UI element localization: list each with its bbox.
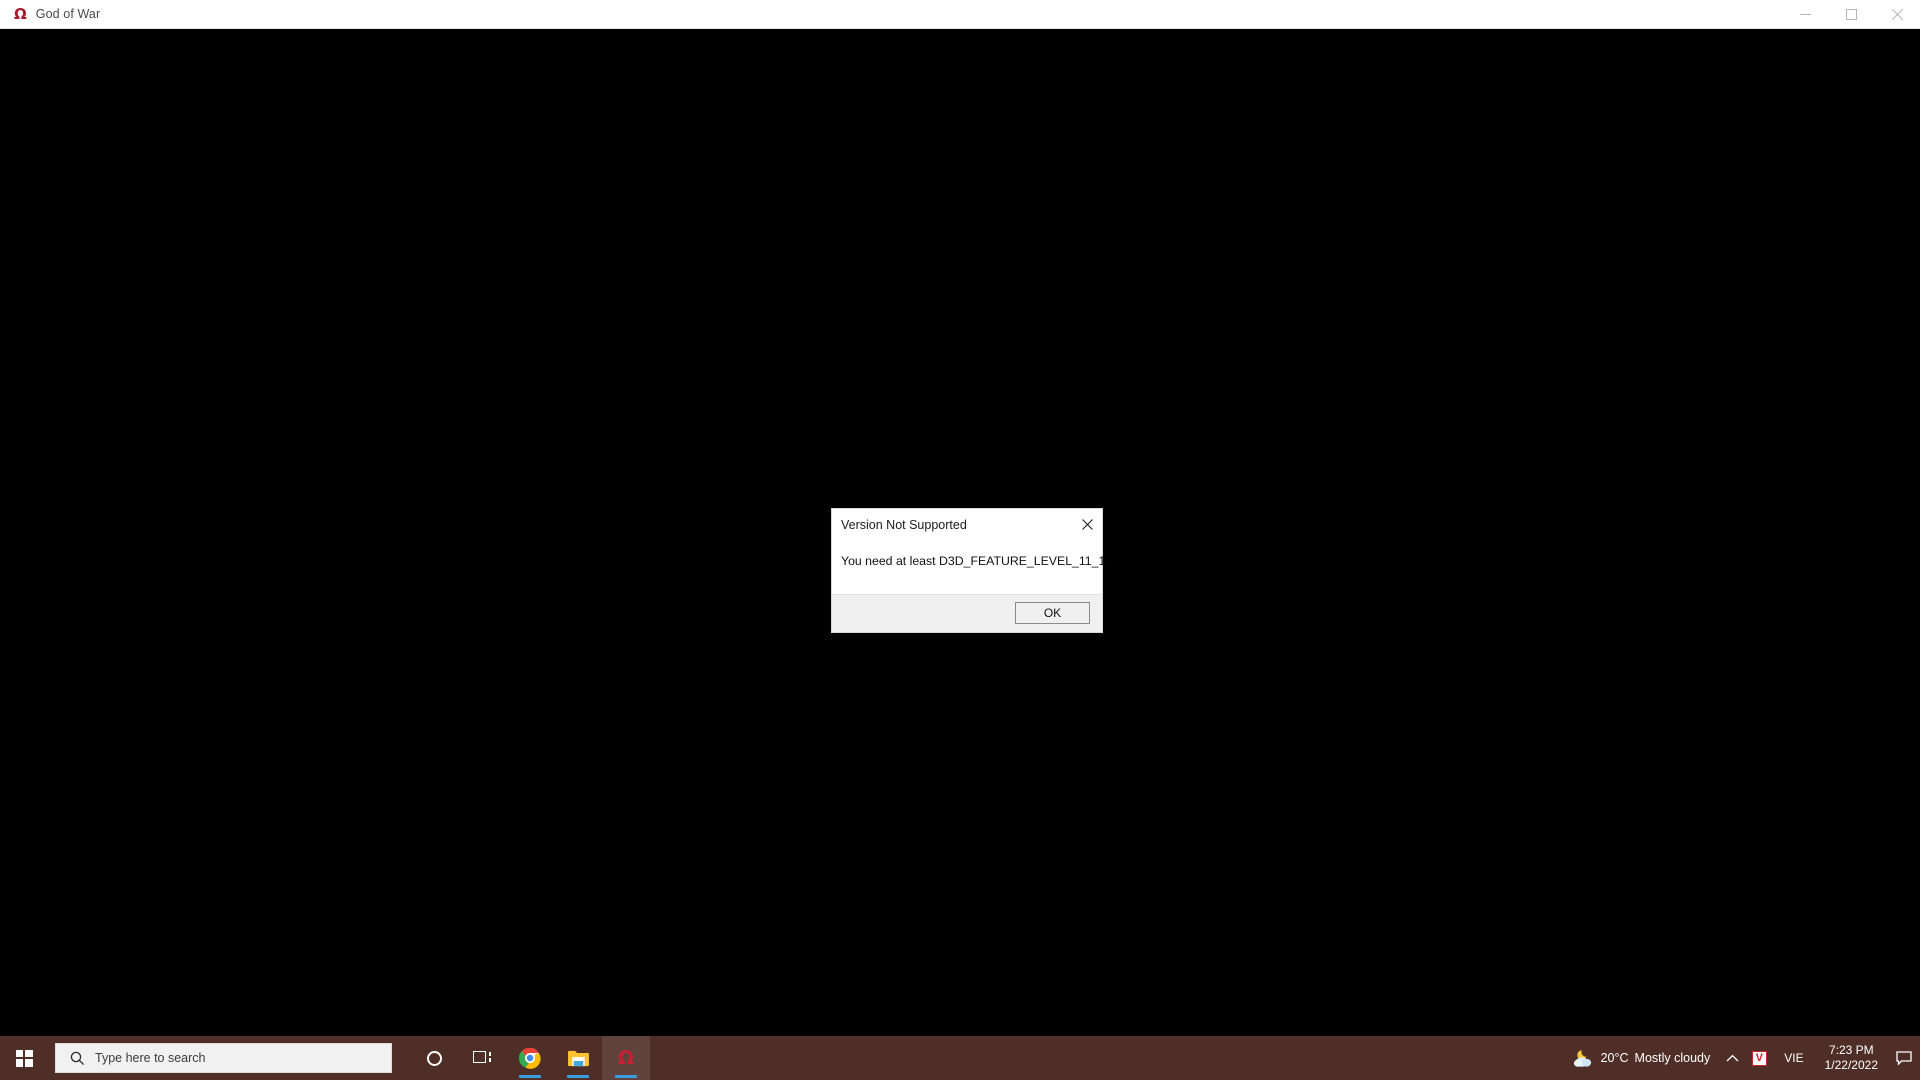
show-hidden-icons-button[interactable] — [1719, 1036, 1745, 1080]
dialog-title: Version Not Supported — [841, 518, 967, 532]
cortana-button[interactable] — [410, 1036, 458, 1080]
close-button[interactable] — [1874, 0, 1920, 29]
folder-icon — [567, 1050, 589, 1066]
window-controls — [1782, 0, 1920, 29]
window-titlebar: Ω God of War — [0, 0, 1920, 29]
windows-logo-icon — [15, 1049, 33, 1067]
weather-description: Mostly cloudy — [1634, 1051, 1711, 1065]
clock[interactable]: 7:23 PM 1/22/2022 — [1815, 1036, 1888, 1080]
chevron-up-icon — [1726, 1054, 1739, 1061]
taskbar-item-god-of-war[interactable]: Ω — [602, 1036, 650, 1080]
taskbar-item-chrome[interactable] — [506, 1036, 554, 1080]
running-indicator — [615, 1075, 637, 1078]
dialog-header: Version Not Supported — [832, 509, 1102, 543]
game-window: Ω God of War Version Not Supported You n… — [0, 0, 1920, 1080]
omega-icon: Ω — [617, 1046, 635, 1069]
v-badge-icon: V — [1751, 1050, 1767, 1066]
language-indicator[interactable]: VIE — [1773, 1036, 1814, 1080]
task-view-icon — [473, 1051, 491, 1065]
taskbar-item-file-explorer[interactable] — [554, 1036, 602, 1080]
window-title: God of War — [35, 7, 101, 21]
search-input[interactable]: Type here to search — [55, 1043, 392, 1073]
chrome-icon — [519, 1047, 541, 1069]
start-button[interactable] — [0, 1036, 48, 1080]
weather-temperature: 20°C — [1600, 1051, 1629, 1065]
search-icon — [70, 1051, 85, 1065]
notification-icon — [1896, 1050, 1912, 1066]
maximize-button[interactable] — [1828, 0, 1874, 29]
cortana-circle-icon — [426, 1050, 442, 1066]
dialog-message: You need at least D3D_FEATURE_LEVEL_11_1… — [841, 554, 1109, 568]
search-placeholder: Type here to search — [95, 1051, 206, 1065]
version-not-supported-dialog: Version Not Supported You need at least … — [832, 509, 1109, 632]
partly-cloudy-night-icon — [1573, 1049, 1591, 1067]
dialog-close-icon[interactable] — [1072, 509, 1102, 539]
dialog-body: You need at least D3D_FEATURE_LEVEL_11_1… — [832, 543, 1109, 594]
weather-widget[interactable]: 20°C Mostly cloudy — [1566, 1036, 1720, 1080]
game-render-surface: Version Not Supported You need at least … — [0, 29, 1920, 1080]
clock-date: 1/22/2022 — [1824, 1058, 1878, 1072]
minimize-button[interactable] — [1782, 0, 1828, 29]
tray-item-v[interactable]: V — [1745, 1036, 1773, 1080]
titlebar-identity: Ω God of War — [0, 4, 101, 23]
task-view-button[interactable] — [458, 1036, 506, 1080]
taskbar: Type here to search Ω 20°C Mostly cloudy… — [0, 1036, 1920, 1080]
system-tray: 20°C Mostly cloudy V VIE 7:23 PM 1/22/20… — [1566, 1036, 1920, 1080]
action-center-button[interactable] — [1888, 1036, 1920, 1080]
ok-button[interactable]: OK — [1015, 602, 1090, 625]
omega-icon: Ω — [14, 4, 27, 23]
running-indicator — [567, 1075, 589, 1078]
dialog-footer: OK — [832, 593, 1102, 632]
running-indicator — [519, 1075, 541, 1078]
clock-time: 7:23 PM — [1828, 1043, 1874, 1057]
